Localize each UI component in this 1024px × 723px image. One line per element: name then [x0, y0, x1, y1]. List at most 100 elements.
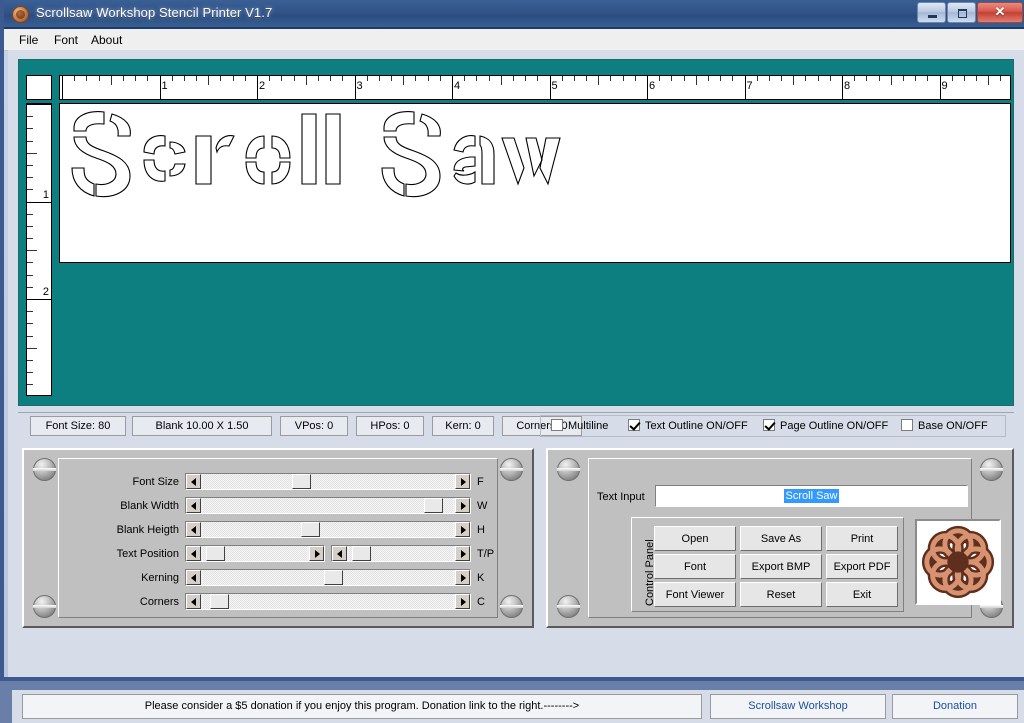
- ruler-tick: [537, 76, 539, 81]
- slider-thumb[interactable]: [209, 594, 229, 609]
- slider-track[interactable]: [203, 522, 453, 537]
- stencil-page[interactable]: [59, 103, 1011, 263]
- slider-track[interactable]: [203, 474, 453, 489]
- slider-thumb[interactable]: [424, 498, 444, 513]
- ruler-tick: [781, 76, 783, 81]
- ruler-number: 4: [454, 80, 461, 92]
- menu-item-file[interactable]: File: [14, 32, 43, 48]
- font-button[interactable]: Font: [654, 554, 736, 579]
- ruler-tick: [634, 76, 636, 81]
- checkbox-base[interactable]: Base ON/OFF: [901, 419, 988, 432]
- font-viewer-button[interactable]: Font Viewer: [654, 582, 736, 607]
- donation-link[interactable]: Donation: [892, 694, 1018, 719]
- menu-item-font[interactable]: Font: [49, 32, 83, 48]
- checkbox-box[interactable]: [628, 419, 640, 431]
- exit-button[interactable]: Exit: [826, 582, 898, 607]
- ruler-tick: [561, 76, 563, 81]
- ruler-tick: [464, 76, 466, 81]
- panel-knob-bottom-right: [500, 595, 523, 618]
- slider-thumb[interactable]: [206, 546, 226, 561]
- ruler-tick: [257, 76, 258, 99]
- slider-left-arrow-icon[interactable]: [186, 498, 201, 513]
- checkbox-page-outline[interactable]: Page Outline ON/OFF: [763, 419, 888, 432]
- slider-right-arrow-icon[interactable]: [455, 498, 470, 513]
- ruler-tick: [159, 76, 161, 99]
- slider-blank-width[interactable]: [185, 497, 471, 514]
- slider-left-arrow-icon[interactable]: [186, 474, 201, 489]
- slider-kerning[interactable]: [185, 569, 471, 586]
- slider-thumb[interactable]: [352, 546, 372, 561]
- slider-text-position-vertical[interactable]: [331, 545, 471, 562]
- export-pdf-button[interactable]: Export PDF: [826, 554, 898, 579]
- text-input-field[interactable]: Scroll Saw: [655, 485, 968, 507]
- slider-track[interactable]: [203, 594, 453, 609]
- menu-item-about[interactable]: About: [86, 32, 127, 48]
- slider-thumb[interactable]: [300, 522, 320, 537]
- checkbox-box[interactable]: [901, 419, 913, 431]
- title-bar: Scrollsaw Workshop Stencil Printer V1.7 …: [4, 0, 1024, 29]
- slider-right-arrow-icon[interactable]: [455, 474, 470, 489]
- slider-left-arrow-icon[interactable]: [186, 522, 201, 537]
- ruler-tick: [147, 76, 149, 81]
- ruler-tick: [939, 76, 941, 99]
- checkbox-text-outline[interactable]: Text Outline ON/OFF: [628, 419, 748, 432]
- ruler-tick: [171, 76, 173, 81]
- open-button[interactable]: Open: [654, 526, 736, 551]
- ruler-tick: [27, 238, 33, 240]
- checkbox-box[interactable]: [763, 419, 775, 431]
- ruler-tick: [196, 76, 198, 81]
- slider-font-size[interactable]: [185, 473, 471, 490]
- export-bmp-button[interactable]: Export BMP: [740, 554, 822, 579]
- text-input-label: Text Input: [597, 491, 645, 503]
- stencil-preview-canvas[interactable]: 123456789 12: [18, 59, 1014, 406]
- slider-right-arrow-icon[interactable]: [455, 594, 470, 609]
- ruler-number: 1: [42, 188, 49, 201]
- checkbox-label: Multiline: [568, 420, 609, 432]
- slider-shortcut-letter: C: [477, 596, 485, 608]
- slider-right-arrow-icon[interactable]: [455, 546, 470, 561]
- checkbox-multiline[interactable]: Multiline: [551, 419, 608, 432]
- save-as-button[interactable]: Save As: [740, 526, 822, 551]
- ruler-tick: [86, 76, 88, 81]
- slider-shortcut-letter: T/P: [477, 548, 495, 560]
- ruler-number: 2: [259, 80, 266, 92]
- slider-right-arrow-icon[interactable]: [455, 570, 470, 585]
- slider-left-arrow-icon[interactable]: [332, 546, 347, 561]
- slider-left-arrow-icon[interactable]: [186, 570, 201, 585]
- ruler-number: 7: [746, 80, 753, 92]
- panel-knob-top-right: [980, 458, 1003, 481]
- slider-thumb[interactable]: [324, 570, 344, 585]
- slider-right-arrow-icon[interactable]: [309, 546, 324, 561]
- reset-button[interactable]: Reset: [740, 582, 822, 607]
- ruler-tick: [27, 359, 33, 361]
- slider-left-arrow-icon[interactable]: [186, 594, 201, 609]
- ruler-tick: [512, 76, 514, 81]
- vertical-ruler: 12: [26, 103, 52, 396]
- footer-bar: Please consider a $5 donation if you enj…: [12, 690, 1024, 723]
- ruler-tick: [549, 76, 551, 99]
- text-input-value: Scroll Saw: [783, 489, 840, 503]
- control-panel-inner: Text Input Scroll Saw Control Panel Open…: [588, 458, 1001, 618]
- checkbox-box[interactable]: [551, 419, 563, 431]
- slider-shortcut-letter: F: [477, 476, 484, 488]
- sliders-group: Font Size F Blank Width W Blank Heigth H Text …: [58, 458, 498, 618]
- ruler-tick: [829, 76, 831, 81]
- ruler-number: 5: [551, 80, 558, 92]
- slider-corners[interactable]: [185, 593, 471, 610]
- slider-track[interactable]: [203, 498, 453, 513]
- slider-right-arrow-icon[interactable]: [455, 522, 470, 537]
- ruler-tick: [27, 225, 33, 227]
- ruler-tick: [27, 335, 33, 337]
- checkbox-label: Base ON/OFF: [918, 420, 988, 432]
- close-button[interactable]: ✕: [977, 2, 1023, 23]
- status-hpos: HPos: 0: [356, 416, 424, 436]
- print-button[interactable]: Print: [826, 526, 898, 551]
- maximize-button[interactable]: [947, 2, 976, 23]
- slider-blank-heigth[interactable]: [185, 521, 471, 538]
- slider-left-arrow-icon[interactable]: [186, 546, 201, 561]
- slider-thumb[interactable]: [291, 474, 311, 489]
- minimize-button[interactable]: [917, 2, 946, 23]
- slider-text-position-horizontal[interactable]: [185, 545, 325, 562]
- scrollsaw-workshop-link[interactable]: Scrollsaw Workshop: [710, 694, 886, 719]
- ruler-tick: [27, 299, 51, 300]
